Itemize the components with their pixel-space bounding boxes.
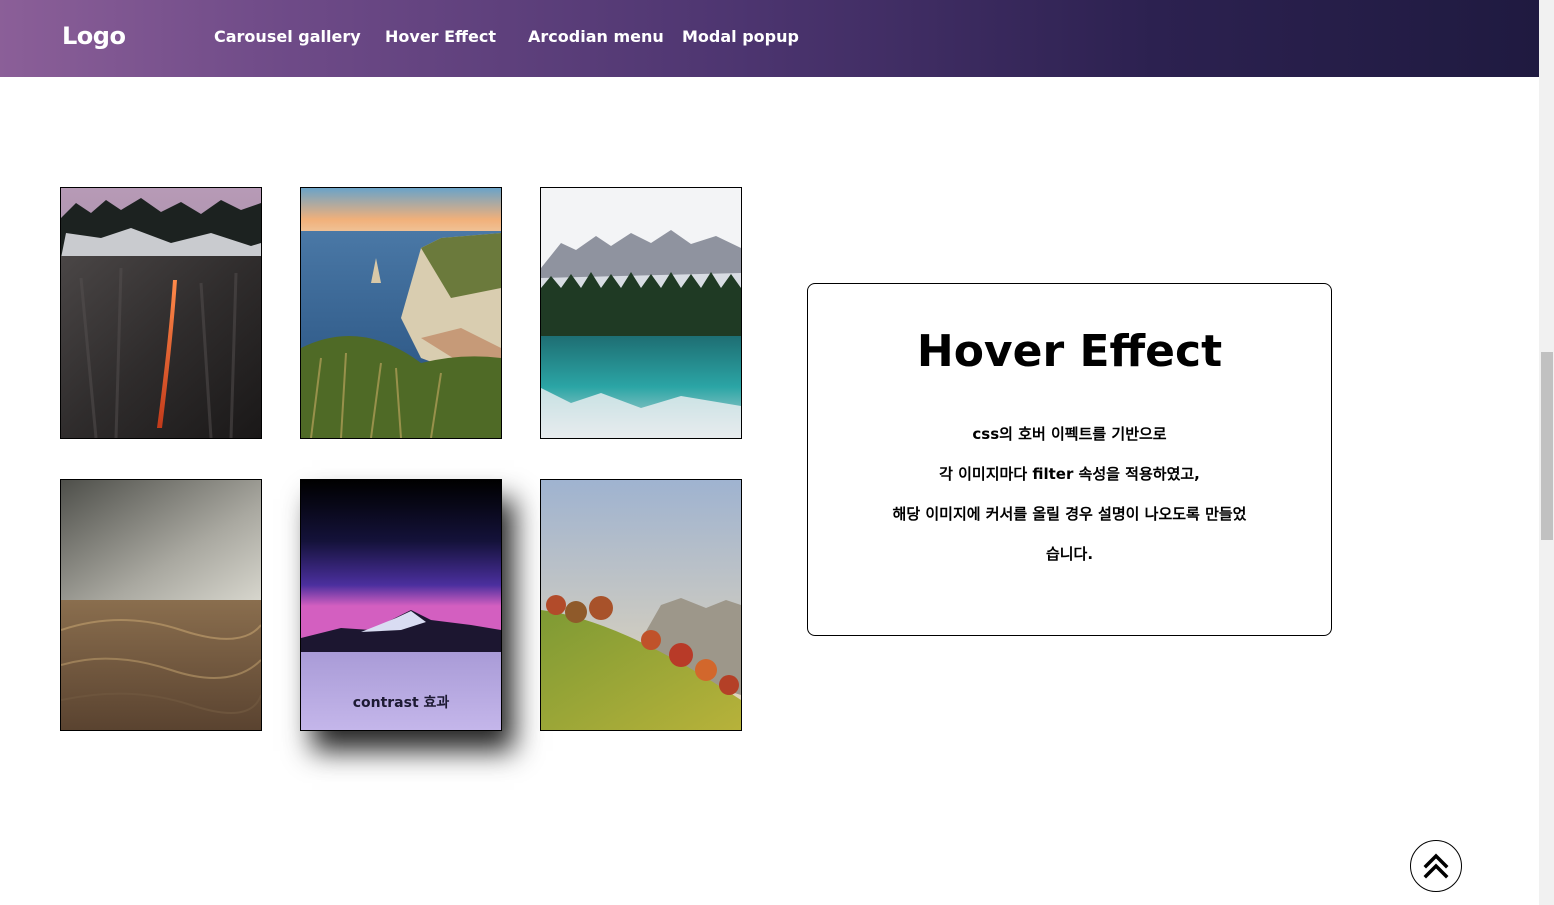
info-line: 습니다. xyxy=(1045,545,1094,563)
image-caption: contrast 효과 xyxy=(301,652,501,730)
header: Logo Carousel gallery Hover Effect Arcod… xyxy=(0,0,1539,77)
nav-hover-effect[interactable]: Hover Effect xyxy=(385,27,496,46)
info-line: 각 이미지마다 filter 속성을 적용하였고, xyxy=(939,465,1200,483)
info-line: css의 호버 이펙트를 기반으로 xyxy=(972,425,1167,443)
double-chevron-up-icon xyxy=(1423,853,1449,879)
gallery-image-waterfall[interactable] xyxy=(60,187,262,439)
gallery-image-sea-cliff[interactable] xyxy=(300,187,502,439)
info-line: 해당 이미지에 커서를 올릴 경우 설명이 나오도록 만들었 xyxy=(892,505,1247,523)
nav-carousel-gallery[interactable]: Carousel gallery xyxy=(214,27,361,46)
mountain-lake-image xyxy=(541,188,741,438)
logo[interactable]: Logo xyxy=(62,22,126,50)
gallery-image-autumn-hill[interactable] xyxy=(540,479,742,731)
waterfall-image xyxy=(61,188,261,438)
scroll-to-top-button[interactable] xyxy=(1410,840,1462,892)
info-title: Hover Effect xyxy=(916,326,1223,377)
gallery-image-mountain-lake[interactable] xyxy=(540,187,742,439)
nav-modal-popup[interactable]: Modal popup xyxy=(682,27,799,46)
gallery-image-purple-mountain[interactable]: contrast 효과 xyxy=(300,479,502,731)
scrollbar-thumb[interactable] xyxy=(1541,352,1553,540)
hover-effect-info-box: Hover Effect css의 호버 이펙트를 기반으로 각 이미지마다 f… xyxy=(807,283,1332,636)
nav-arcodian-menu[interactable]: Arcodian menu xyxy=(528,27,664,46)
autumn-hill-image xyxy=(541,480,741,730)
desert-image xyxy=(61,480,261,730)
gallery-image-desert[interactable] xyxy=(60,479,262,731)
sea-cliff-image xyxy=(301,188,501,438)
